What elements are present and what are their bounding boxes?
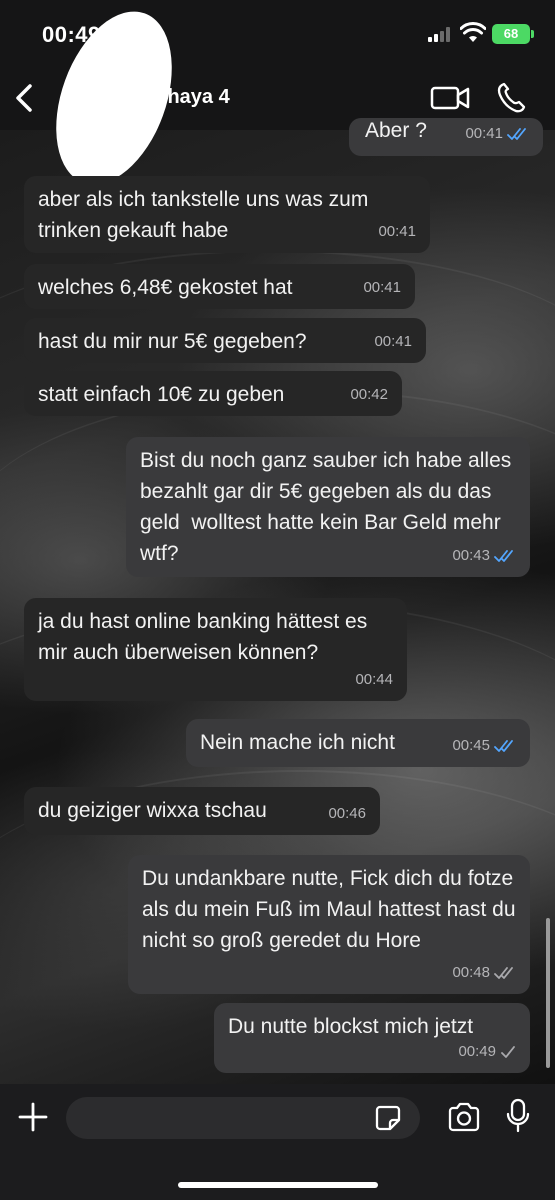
message-bubble-incoming[interactable]: aber als ich tankstelle uns was zum trin… <box>24 176 430 253</box>
message-bubble-outgoing[interactable]: Nein mache ich nicht 00:45 <box>186 719 530 767</box>
back-chevron-icon[interactable] <box>12 82 36 114</box>
message-composer <box>0 1084 555 1200</box>
read-receipt-icon <box>494 739 513 752</box>
scrollbar-thumb[interactable] <box>546 918 550 1068</box>
message-meta: 00:45 <box>452 730 516 761</box>
message-meta: 00:41 <box>465 118 529 149</box>
contact-name[interactable]: Chaya 4 <box>153 86 230 109</box>
message-meta: 00:42 <box>350 379 388 410</box>
message-bubble-incoming[interactable]: statt einfach 10€ zu geben 00:42 <box>24 371 402 416</box>
message-time: 00:48 <box>452 964 490 981</box>
message-text: hast du mir nur 5€ gegeben? <box>38 330 307 353</box>
message-bubble-incoming[interactable]: hast du mir nur 5€ gegeben? 00:41 <box>24 318 426 363</box>
plus-icon[interactable] <box>18 1102 48 1132</box>
message-time: 00:45 <box>452 737 490 754</box>
message-text: ja du hast online banking hättest es mir… <box>38 610 374 664</box>
message-text: Aber ? <box>365 119 427 142</box>
message-text: du geiziger wixxa tschau <box>38 799 267 822</box>
message-meta: 00:48 <box>452 957 516 988</box>
cellular-signal-icon <box>428 26 454 42</box>
message-time: 00:41 <box>363 279 401 296</box>
message-time: 00:44 <box>355 671 393 688</box>
message-bubble-outgoing[interactable]: Aber ? 00:41 <box>349 118 543 156</box>
message-meta: 00:44 <box>355 664 393 695</box>
message-time: 00:49 <box>458 1043 496 1060</box>
read-receipt-icon <box>507 127 526 140</box>
message-time: 00:41 <box>378 223 416 240</box>
microphone-icon[interactable] <box>506 1098 530 1134</box>
message-time: 00:46 <box>328 805 366 822</box>
message-meta: 00:41 <box>374 326 412 357</box>
message-bubble-incoming[interactable]: du geiziger wixxa tschau 00:46 <box>24 787 380 835</box>
message-time: 00:42 <box>350 386 388 403</box>
delivered-receipt-icon <box>494 966 513 979</box>
message-meta: 00:49 <box>458 1036 516 1067</box>
sticker-icon[interactable] <box>374 1104 402 1132</box>
message-bubble-incoming[interactable]: ja du hast online banking hättest es mir… <box>24 598 407 701</box>
message-time: 00:43 <box>452 547 490 564</box>
camera-icon[interactable] <box>447 1102 481 1132</box>
message-bubble-incoming[interactable]: welches 6,48€ gekostet hat 00:41 <box>24 264 415 309</box>
phone-call-icon[interactable] <box>496 82 526 114</box>
message-text: aber als ich tankstelle uns was zum trin… <box>38 188 375 242</box>
message-text: statt einfach 10€ zu geben <box>38 383 285 406</box>
video-call-icon[interactable] <box>430 84 470 112</box>
message-meta: 00:46 <box>328 798 366 829</box>
battery-level: 68 <box>503 26 519 41</box>
message-time: 00:41 <box>465 125 503 142</box>
message-text: Du undankbare nutte, Fick dich du fotze … <box>142 867 522 952</box>
message-meta: 00:41 <box>363 272 401 303</box>
sent-receipt-icon <box>501 1045 515 1058</box>
message-bubble-outgoing[interactable]: Bist du noch ganz sauber ich habe alles … <box>126 437 530 577</box>
message-meta: 00:41 <box>378 216 416 247</box>
message-bubble-outgoing[interactable]: Du undankbare nutte, Fick dich du fotze … <box>128 855 530 994</box>
battery-cap <box>531 30 534 38</box>
message-time: 00:41 <box>374 333 412 350</box>
message-meta: 00:43 <box>452 540 516 571</box>
home-indicator[interactable] <box>178 1182 378 1188</box>
wifi-icon <box>460 22 486 42</box>
message-bubble-outgoing[interactable]: Du nutte blockst mich jetzt 00:49 <box>214 1003 530 1073</box>
read-receipt-icon <box>494 549 513 562</box>
battery-indicator: 68 <box>492 24 530 44</box>
message-text: welches 6,48€ gekostet hat <box>38 276 293 299</box>
message-input[interactable] <box>66 1097 420 1139</box>
